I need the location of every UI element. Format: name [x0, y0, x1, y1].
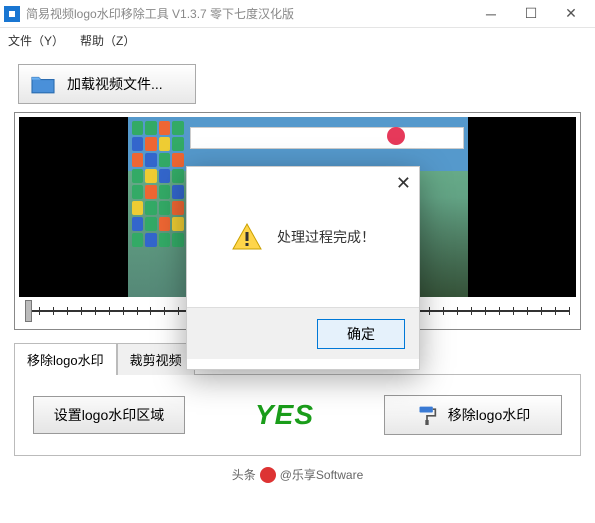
dialog-body: 处理过程完成！	[187, 167, 419, 307]
dialog-footer: 确定	[187, 307, 419, 359]
completion-dialog: ✕ 处理过程完成！ 确定	[186, 166, 420, 370]
load-video-button[interactable]: 加载视频文件...	[18, 64, 196, 104]
pin-icon	[387, 127, 405, 145]
footer-attribution: 头条 @乐享Software	[0, 466, 595, 483]
window-title: 简易视频logo水印移除工具 V1.3.7 零下七度汉化版	[26, 5, 471, 22]
close-button[interactable]: ✕	[551, 0, 591, 28]
watermark-badge: 西瓜视频	[387, 127, 457, 145]
desktop-icons	[128, 117, 188, 297]
footer-author: @乐享Software	[280, 466, 364, 483]
load-video-label: 加载视频文件...	[67, 74, 163, 94]
menu-help[interactable]: 帮助（Z）	[80, 32, 135, 49]
remove-logo-button[interactable]: 移除logo水印	[384, 395, 562, 435]
tab-panel: 设置logo水印区域 YES 移除logo水印	[14, 374, 581, 456]
set-logo-area-button[interactable]: 设置logo水印区域	[33, 396, 185, 434]
titlebar: 简易视频logo水印移除工具 V1.3.7 零下七度汉化版 ─ ☐ ✕	[0, 0, 595, 28]
tab-crop-video[interactable]: 裁剪视频	[117, 343, 195, 375]
maximize-button[interactable]: ☐	[511, 0, 551, 28]
dialog-message: 处理过程完成！	[277, 227, 375, 247]
footer-prefix: 头条	[232, 466, 256, 483]
paint-roller-icon	[416, 405, 438, 425]
warning-icon	[231, 221, 263, 253]
app-icon	[4, 6, 20, 22]
watermark-label: 西瓜视频	[409, 128, 457, 145]
remove-logo-label: 移除logo水印	[448, 405, 530, 425]
dialog-ok-button[interactable]: 确定	[317, 319, 405, 349]
dialog-close-icon[interactable]: ✕	[396, 173, 411, 194]
minimize-button[interactable]: ─	[471, 0, 511, 28]
status-yes: YES	[255, 399, 314, 431]
footer-avatar-icon	[260, 467, 276, 483]
window-controls: ─ ☐ ✕	[471, 0, 591, 28]
menubar: 文件（Y） 帮助（Z）	[0, 28, 595, 52]
menu-file[interactable]: 文件（Y）	[8, 32, 64, 49]
slider-thumb[interactable]	[25, 300, 32, 322]
folder-icon	[29, 73, 57, 95]
tab-remove-logo[interactable]: 移除logo水印	[14, 343, 117, 375]
